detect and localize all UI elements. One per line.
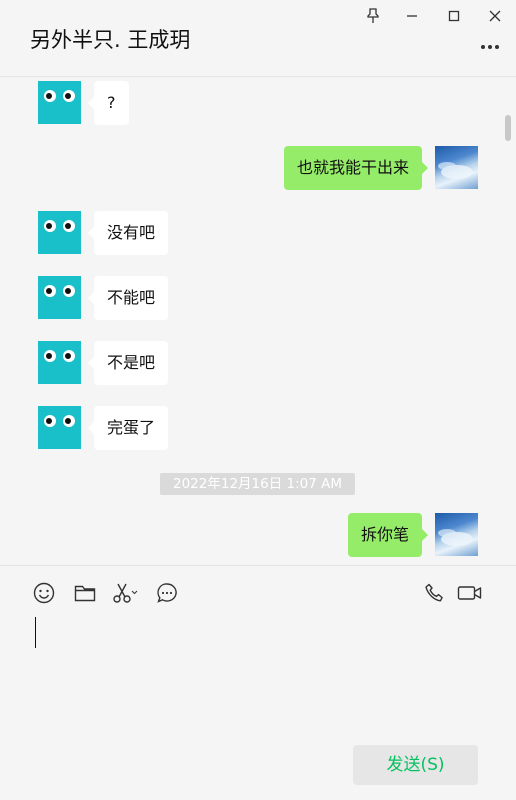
send-button[interactable]: 发送(S) bbox=[353, 745, 478, 785]
contact-avatar[interactable] bbox=[38, 276, 81, 319]
my-avatar[interactable] bbox=[435, 513, 478, 556]
close-icon[interactable] bbox=[484, 6, 506, 26]
chat-scrollbar[interactable] bbox=[505, 115, 511, 141]
message-bubble[interactable]: 也就我能干出来 bbox=[283, 146, 429, 190]
message-bubble[interactable]: 完蛋了 bbox=[87, 406, 169, 450]
video-icon[interactable] bbox=[457, 580, 483, 606]
chat-header: 另外半只. 王成玥 bbox=[0, 0, 516, 77]
message-bubble[interactable]: 拆你笔 bbox=[347, 513, 429, 557]
more-options-icon[interactable] bbox=[478, 40, 502, 54]
message-list[interactable]: ? 也就我能干出来 没有吧 不能吧 不是吧 完蛋了 2022年12月16日 1:… bbox=[0, 77, 516, 565]
folder-icon[interactable] bbox=[72, 580, 98, 606]
scissors-icon[interactable] bbox=[112, 580, 138, 606]
my-avatar[interactable] bbox=[435, 146, 478, 189]
maximize-icon[interactable] bbox=[443, 6, 465, 26]
pin-icon[interactable] bbox=[362, 6, 384, 26]
message-bubble[interactable]: ? bbox=[88, 81, 129, 125]
chat-title: 另外半只. 王成玥 bbox=[30, 28, 191, 52]
message-timestamp: 2022年12月16日 1:07 AM bbox=[160, 473, 355, 495]
phone-icon[interactable] bbox=[422, 580, 448, 606]
contact-avatar[interactable] bbox=[38, 406, 81, 449]
contact-avatar[interactable] bbox=[38, 81, 81, 124]
contact-avatar[interactable] bbox=[38, 341, 81, 384]
emoji-icon[interactable] bbox=[31, 580, 57, 606]
contact-avatar[interactable] bbox=[38, 211, 81, 254]
chat-history-icon[interactable] bbox=[154, 580, 180, 606]
message-bubble[interactable]: 没有吧 bbox=[87, 211, 169, 255]
minimize-icon[interactable] bbox=[401, 6, 423, 26]
message-bubble[interactable]: 不是吧 bbox=[87, 341, 169, 385]
text-cursor bbox=[35, 617, 36, 648]
message-bubble[interactable]: 不能吧 bbox=[87, 276, 169, 320]
